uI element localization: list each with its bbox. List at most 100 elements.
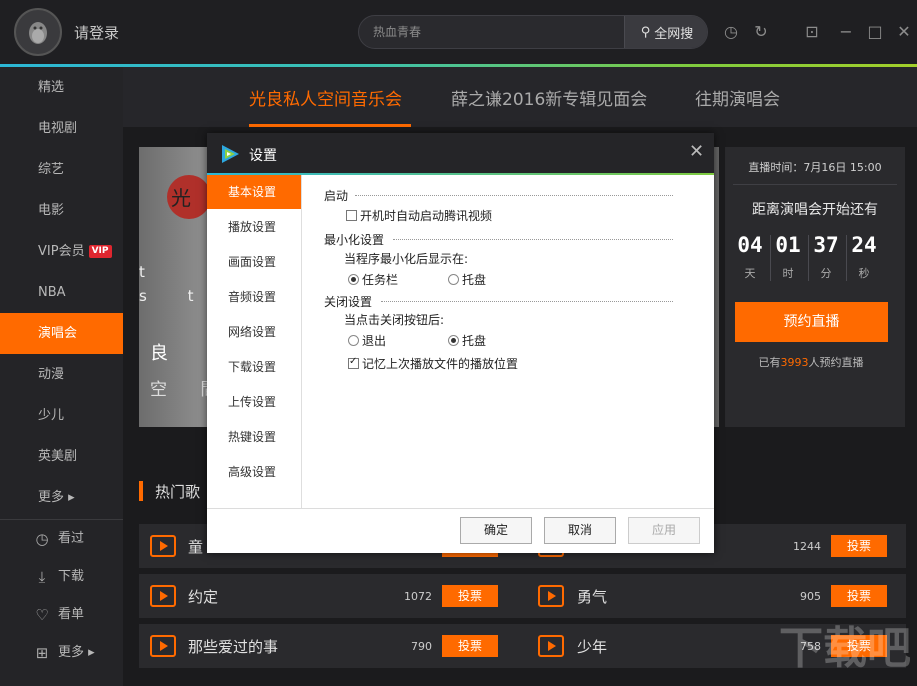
radio-dot[interactable]: [448, 274, 459, 285]
sidebar-item-kids[interactable]: 少儿: [0, 395, 123, 436]
section-divider: [381, 301, 673, 302]
search-button[interactable]: ⚲ 全网搜: [624, 16, 708, 48]
sidebar-item-concert[interactable]: 演唱会: [0, 313, 123, 354]
minimize-taskbar-radio[interactable]: 任务栏: [348, 271, 398, 288]
mini-mode-icon[interactable]: ⊡: [802, 22, 822, 42]
sidebar-item-movie[interactable]: 电影: [0, 190, 123, 231]
cancel-button[interactable]: 取消: [544, 517, 616, 544]
sidebar-watchlist[interactable]: ♡ 看单: [0, 596, 123, 634]
checkbox-box[interactable]: [346, 210, 357, 221]
play-icon[interactable]: [150, 635, 176, 657]
sidebar-item-label: VIP会员: [38, 244, 85, 259]
play-icon[interactable]: [538, 585, 564, 607]
reserve-live-button[interactable]: 预约直播: [735, 302, 888, 342]
autostart-label: 开机时自动启动腾讯视频: [360, 207, 492, 224]
watermark-logo: 下载吧: [775, 615, 910, 675]
remember-position-checkbox[interactable]: 记忆上次播放文件的播放位置: [348, 355, 518, 372]
radio-dot[interactable]: [348, 274, 359, 285]
tab-past-concerts[interactable]: 往期演唱会: [695, 85, 780, 110]
tab-guangliang[interactable]: 光良私人空间音乐会: [249, 85, 402, 110]
tencent-video-logo-icon: [219, 143, 241, 165]
radio-dot[interactable]: [448, 335, 459, 346]
section-divider: [393, 239, 673, 240]
section-minimize-title: 最小化设置: [324, 231, 384, 248]
close-icon[interactable]: ✕: [894, 22, 914, 42]
radio-label: 退出: [362, 332, 386, 349]
login-link[interactable]: 请登录: [74, 22, 119, 43]
close-tray-radio[interactable]: 托盘: [448, 332, 486, 349]
sidebar-item-anime[interactable]: 动漫: [0, 354, 123, 395]
vote-button[interactable]: 投票: [442, 585, 498, 607]
sidebar-item-tv[interactable]: 电视剧: [0, 108, 123, 149]
refresh-icon[interactable]: ↻: [751, 22, 771, 42]
hot-section-marker: [139, 481, 143, 501]
search-icon: ⚲: [641, 25, 651, 40]
vote-button[interactable]: 投票: [831, 585, 887, 607]
minimize-icon[interactable]: −: [836, 22, 856, 42]
nav-playback-settings[interactable]: 播放设置: [207, 210, 301, 244]
dialog-title: 设置: [249, 145, 277, 165]
concert-tabbar: 光良私人空间音乐会 薛之谦2016新专辑见面会 往期演唱会: [123, 67, 917, 127]
svg-text:光: 光: [171, 186, 191, 210]
nav-hotkey-settings[interactable]: 热键设置: [207, 420, 301, 454]
nav-advanced-settings[interactable]: 高级设置: [207, 455, 301, 489]
checkbox-box[interactable]: [348, 358, 359, 369]
section-startup-title: 启动: [324, 187, 348, 204]
countdown-minutes-unit: 分: [809, 265, 843, 281]
search-button-label: 全网搜: [654, 23, 693, 42]
vote-count: 1072: [392, 590, 432, 603]
sidebar-item-more[interactable]: 更多 ▸: [0, 477, 123, 518]
apply-button[interactable]: 应用: [628, 517, 700, 544]
reserve-count-number: 3993: [781, 356, 809, 369]
reserve-suffix: 人预约直播: [809, 356, 864, 369]
sidebar-history[interactable]: ◷ 看过: [0, 520, 123, 558]
radio-dot[interactable]: [348, 335, 359, 346]
countdown-hours: 01: [771, 233, 805, 257]
song-name: 约定: [188, 586, 218, 607]
nav-download-settings[interactable]: 下载设置: [207, 350, 301, 384]
nav-basic-settings[interactable]: 基本设置: [207, 175, 301, 209]
sidebar-item-vip[interactable]: VIP会员VIP: [0, 231, 123, 272]
search-input[interactable]: [359, 16, 624, 48]
search-box: ⚲ 全网搜: [358, 15, 708, 49]
radio-label: 托盘: [462, 271, 486, 288]
sidebar-item-nba[interactable]: NBA: [0, 272, 123, 313]
sidebar-download[interactable]: ⤓ 下载: [0, 558, 123, 596]
nav-upload-settings[interactable]: 上传设置: [207, 385, 301, 419]
sidebar-bottom-label: 更多 ▸: [58, 645, 95, 660]
close-icon[interactable]: ✕: [689, 142, 704, 162]
sidebar-item-variety[interactable]: 综艺: [0, 149, 123, 190]
autostart-checkbox[interactable]: 开机时自动启动腾讯视频: [346, 207, 492, 224]
sidebar-bottom-label: 看过: [58, 531, 84, 546]
countdown-seconds-unit: 秒: [847, 265, 881, 281]
vote-button[interactable]: 投票: [831, 535, 887, 557]
sidebar-item-label: NBA: [38, 285, 66, 300]
top-bar: 请登录 ⚲ 全网搜 ◷ ↻ ⊡ − □ ✕: [0, 0, 917, 64]
history-icon: ◷: [33, 530, 51, 548]
play-icon[interactable]: [150, 585, 176, 607]
history-icon[interactable]: ◷: [721, 22, 741, 42]
settings-nav: 基本设置 播放设置 画面设置 音频设置 网络设置 下载设置 上传设置 热键设置 …: [207, 175, 302, 508]
close-exit-radio[interactable]: 退出: [348, 332, 386, 349]
plus-box-icon: ⊞: [33, 644, 51, 662]
svg-text:下载吧: 下载吧: [779, 623, 910, 674]
minimize-tray-radio[interactable]: 托盘: [448, 271, 486, 288]
nav-network-settings[interactable]: 网络设置: [207, 315, 301, 349]
vote-button[interactable]: 投票: [442, 635, 498, 657]
tab-xuezhiqian[interactable]: 薛之谦2016新专辑见面会: [451, 85, 647, 110]
avatar[interactable]: [14, 8, 62, 56]
play-icon[interactable]: [150, 535, 176, 557]
penguin-icon: [23, 17, 53, 47]
nav-audio-settings[interactable]: 音频设置: [207, 280, 301, 314]
sidebar-more-bottom[interactable]: ⊞ 更多 ▸: [0, 634, 123, 672]
ok-button[interactable]: 确定: [460, 517, 532, 544]
live-separator: [733, 184, 897, 185]
sidebar-item-featured[interactable]: 精选: [0, 67, 123, 108]
sidebar-item-label: 电影: [38, 203, 64, 218]
maximize-icon[interactable]: □: [865, 22, 885, 42]
play-icon[interactable]: [538, 635, 564, 657]
nav-video-settings[interactable]: 画面设置: [207, 245, 301, 279]
dialog-header[interactable]: 设置 ✕: [207, 133, 714, 173]
countdown-days-unit: 天: [733, 265, 767, 281]
sidebar-item-us-uk-drama[interactable]: 英美剧: [0, 436, 123, 477]
